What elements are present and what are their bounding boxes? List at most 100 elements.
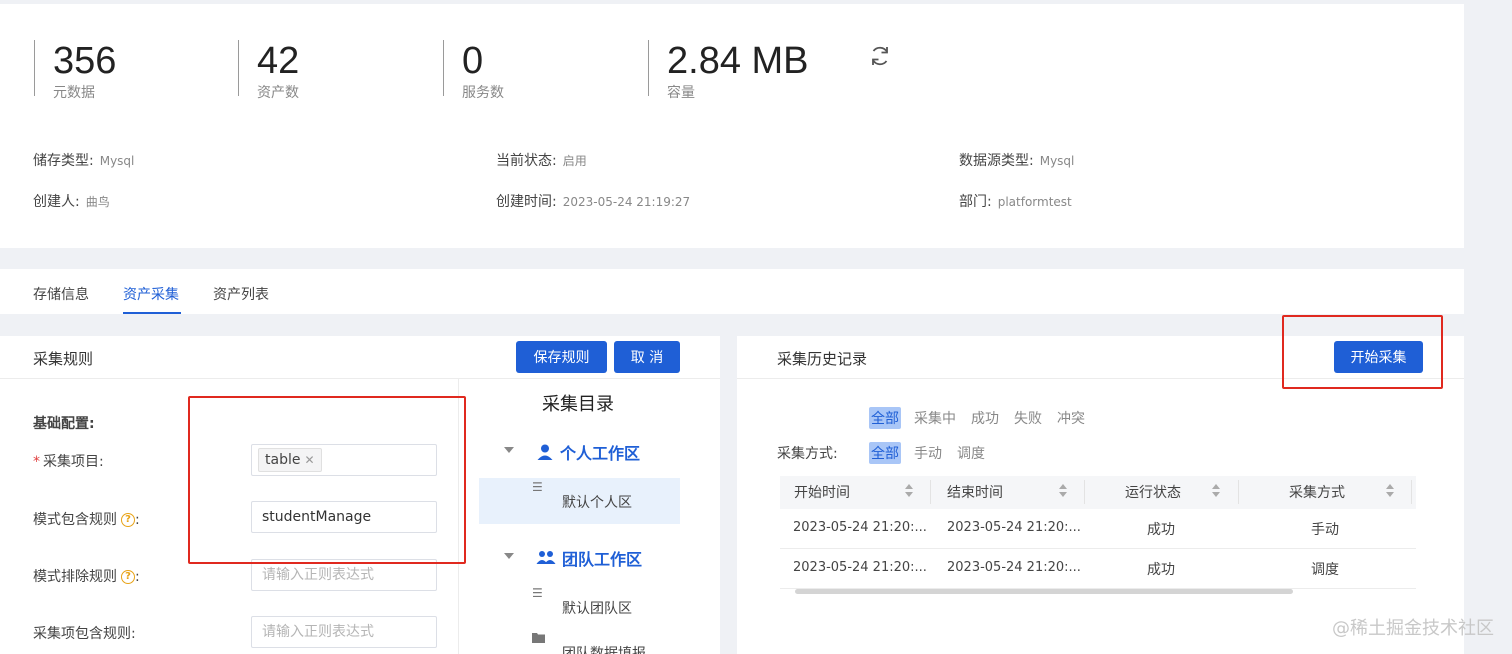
tree-group-personal[interactable]: 个人工作区 <box>536 440 640 464</box>
info-status: 当前状态: 启用 <box>496 150 587 170</box>
tab-storage-info[interactable]: 存储信息 <box>33 284 89 304</box>
info-label: 数据源类型: <box>959 153 1034 169</box>
method-label: 采集方式: <box>777 446 838 462</box>
method-filter-manual[interactable]: 手动 <box>914 443 942 463</box>
info-value: platformtest <box>997 195 1072 209</box>
cell-start-time: 2023-05-24 21:20:... <box>793 560 927 575</box>
column-separator <box>930 480 931 504</box>
status-filter-conflict[interactable]: 冲突 <box>1057 408 1085 428</box>
stat-value: 2.84 MB <box>667 40 809 82</box>
item-include-rule-label: 采集项包含规则: <box>33 626 136 642</box>
stat-services: 0 服务数 <box>443 40 504 101</box>
info-department: 部门: platformtest <box>959 191 1072 211</box>
stat-value: 0 <box>462 40 484 82</box>
sort-icon[interactable] <box>1059 484 1067 498</box>
info-value: Mysql <box>99 154 135 168</box>
sort-icon[interactable] <box>1212 484 1220 498</box>
list-icon: ☰ <box>532 586 543 600</box>
label-text: 模式排除规则 <box>33 569 117 585</box>
column-separator <box>1411 480 1412 504</box>
history-title: 采集历史记录 <box>777 350 868 368</box>
tab-asset-collection[interactable]: 资产采集 <box>123 284 179 304</box>
exclude-rule-label: 模式排除规则?: <box>33 566 140 586</box>
list-icon: ☰ <box>532 480 543 494</box>
watermark: @稀土掘金技术社区 <box>1332 618 1494 639</box>
colon: : <box>135 512 140 528</box>
active-tab-indicator <box>123 312 181 314</box>
col-start-time[interactable]: 开始时间 <box>794 482 850 502</box>
col-run-status[interactable]: 运行状态 <box>1125 482 1181 502</box>
highlight-box-start <box>1282 315 1443 389</box>
colon: : <box>135 569 140 585</box>
info-creator: 创建人: 曲鸟 <box>33 191 110 211</box>
highlight-box-rules <box>188 396 466 564</box>
row-divider <box>780 548 1416 549</box>
cell-start-time: 2023-05-24 21:20:... <box>793 520 927 535</box>
chevron-down-icon[interactable] <box>504 447 514 453</box>
status-filter-failed[interactable]: 失败 <box>1014 408 1042 428</box>
info-label: 创建人: <box>33 194 80 210</box>
sort-icon[interactable] <box>905 484 913 498</box>
stat-metadata: 356 元数据 <box>34 40 117 101</box>
tree-group-team[interactable]: 团队工作区 <box>536 546 642 570</box>
col-method[interactable]: 采集方式 <box>1289 482 1345 502</box>
save-rules-button[interactable]: 保存规则 <box>516 341 607 373</box>
team-icon <box>536 551 556 564</box>
stat-label: 元数据 <box>53 85 95 101</box>
status-filter-success[interactable]: 成功 <box>971 408 999 428</box>
cell-method: 调度 <box>1311 562 1339 578</box>
tab-asset-list[interactable]: 资产列表 <box>213 284 269 304</box>
info-label: 创建时间: <box>496 194 557 210</box>
include-rule-label: 模式包含规则?: <box>33 509 140 529</box>
info-storage-type: 储存类型: Mysql <box>33 150 134 170</box>
info-label: 储存类型: <box>33 153 94 169</box>
tree-item-default-team[interactable]: 默认团队区 <box>562 598 632 618</box>
status-filter-all[interactable]: 全部 <box>869 407 901 429</box>
method-filter-all[interactable]: 全部 <box>869 442 901 464</box>
help-icon[interactable]: ? <box>121 570 135 584</box>
item-include-rule-input[interactable] <box>251 616 437 648</box>
stat-label: 容量 <box>667 85 695 101</box>
chevron-down-icon[interactable] <box>504 553 514 559</box>
stat-value: 42 <box>257 40 300 82</box>
column-separator <box>1084 480 1085 504</box>
refresh-icon[interactable] <box>868 44 892 68</box>
stat-value: 356 <box>53 40 117 82</box>
help-icon[interactable]: ? <box>121 513 135 527</box>
cell-end-time: 2023-05-24 21:20:... <box>947 520 1081 535</box>
cell-end-time: 2023-05-24 21:20:... <box>947 560 1081 575</box>
info-label: 部门: <box>959 194 992 210</box>
tree-item-team-fill[interactable]: 团队数据填报 <box>562 643 646 654</box>
panel-divider <box>0 378 720 379</box>
cell-status: 成功 <box>1147 562 1175 578</box>
basic-config-heading: 基础配置: <box>33 416 95 432</box>
stat-label: 服务数 <box>462 85 504 101</box>
info-value: 曲鸟 <box>85 195 110 209</box>
cell-status: 成功 <box>1147 522 1175 538</box>
cancel-button[interactable]: 取 消 <box>614 341 680 373</box>
status-filter-collecting[interactable]: 采集中 <box>914 408 956 428</box>
collection-item-label: * 采集项目: <box>33 451 104 471</box>
info-datasource-type: 数据源类型: Mysql <box>959 150 1074 170</box>
cell-method: 手动 <box>1311 522 1339 538</box>
tree-group-label: 个人工作区 <box>560 444 641 463</box>
sort-icon[interactable] <box>1386 484 1394 498</box>
info-value: 2023-05-24 21:19:27 <box>562 195 691 209</box>
info-created-time: 创建时间: 2023-05-24 21:19:27 <box>496 191 690 211</box>
info-label: 当前状态: <box>496 153 557 169</box>
required-mark: * <box>33 454 40 470</box>
stat-capacity: 2.84 MB 容量 <box>648 40 809 101</box>
method-filter-schedule[interactable]: 调度 <box>957 443 985 463</box>
horizontal-scrollbar[interactable] <box>795 589 1293 594</box>
info-value: 启用 <box>562 154 587 168</box>
stat-assets: 42 资产数 <box>238 40 300 101</box>
rules-title: 采集规则 <box>33 350 94 368</box>
info-value: Mysql <box>1039 154 1075 168</box>
col-end-time[interactable]: 结束时间 <box>947 482 1003 502</box>
catalog-title: 采集目录 <box>542 394 614 415</box>
tree-item-default-personal[interactable]: 默认个人区 <box>562 492 632 512</box>
folder-icon <box>532 633 545 643</box>
tree-group-label: 团队工作区 <box>562 550 643 569</box>
user-icon <box>537 444 553 460</box>
stat-label: 资产数 <box>257 85 299 101</box>
